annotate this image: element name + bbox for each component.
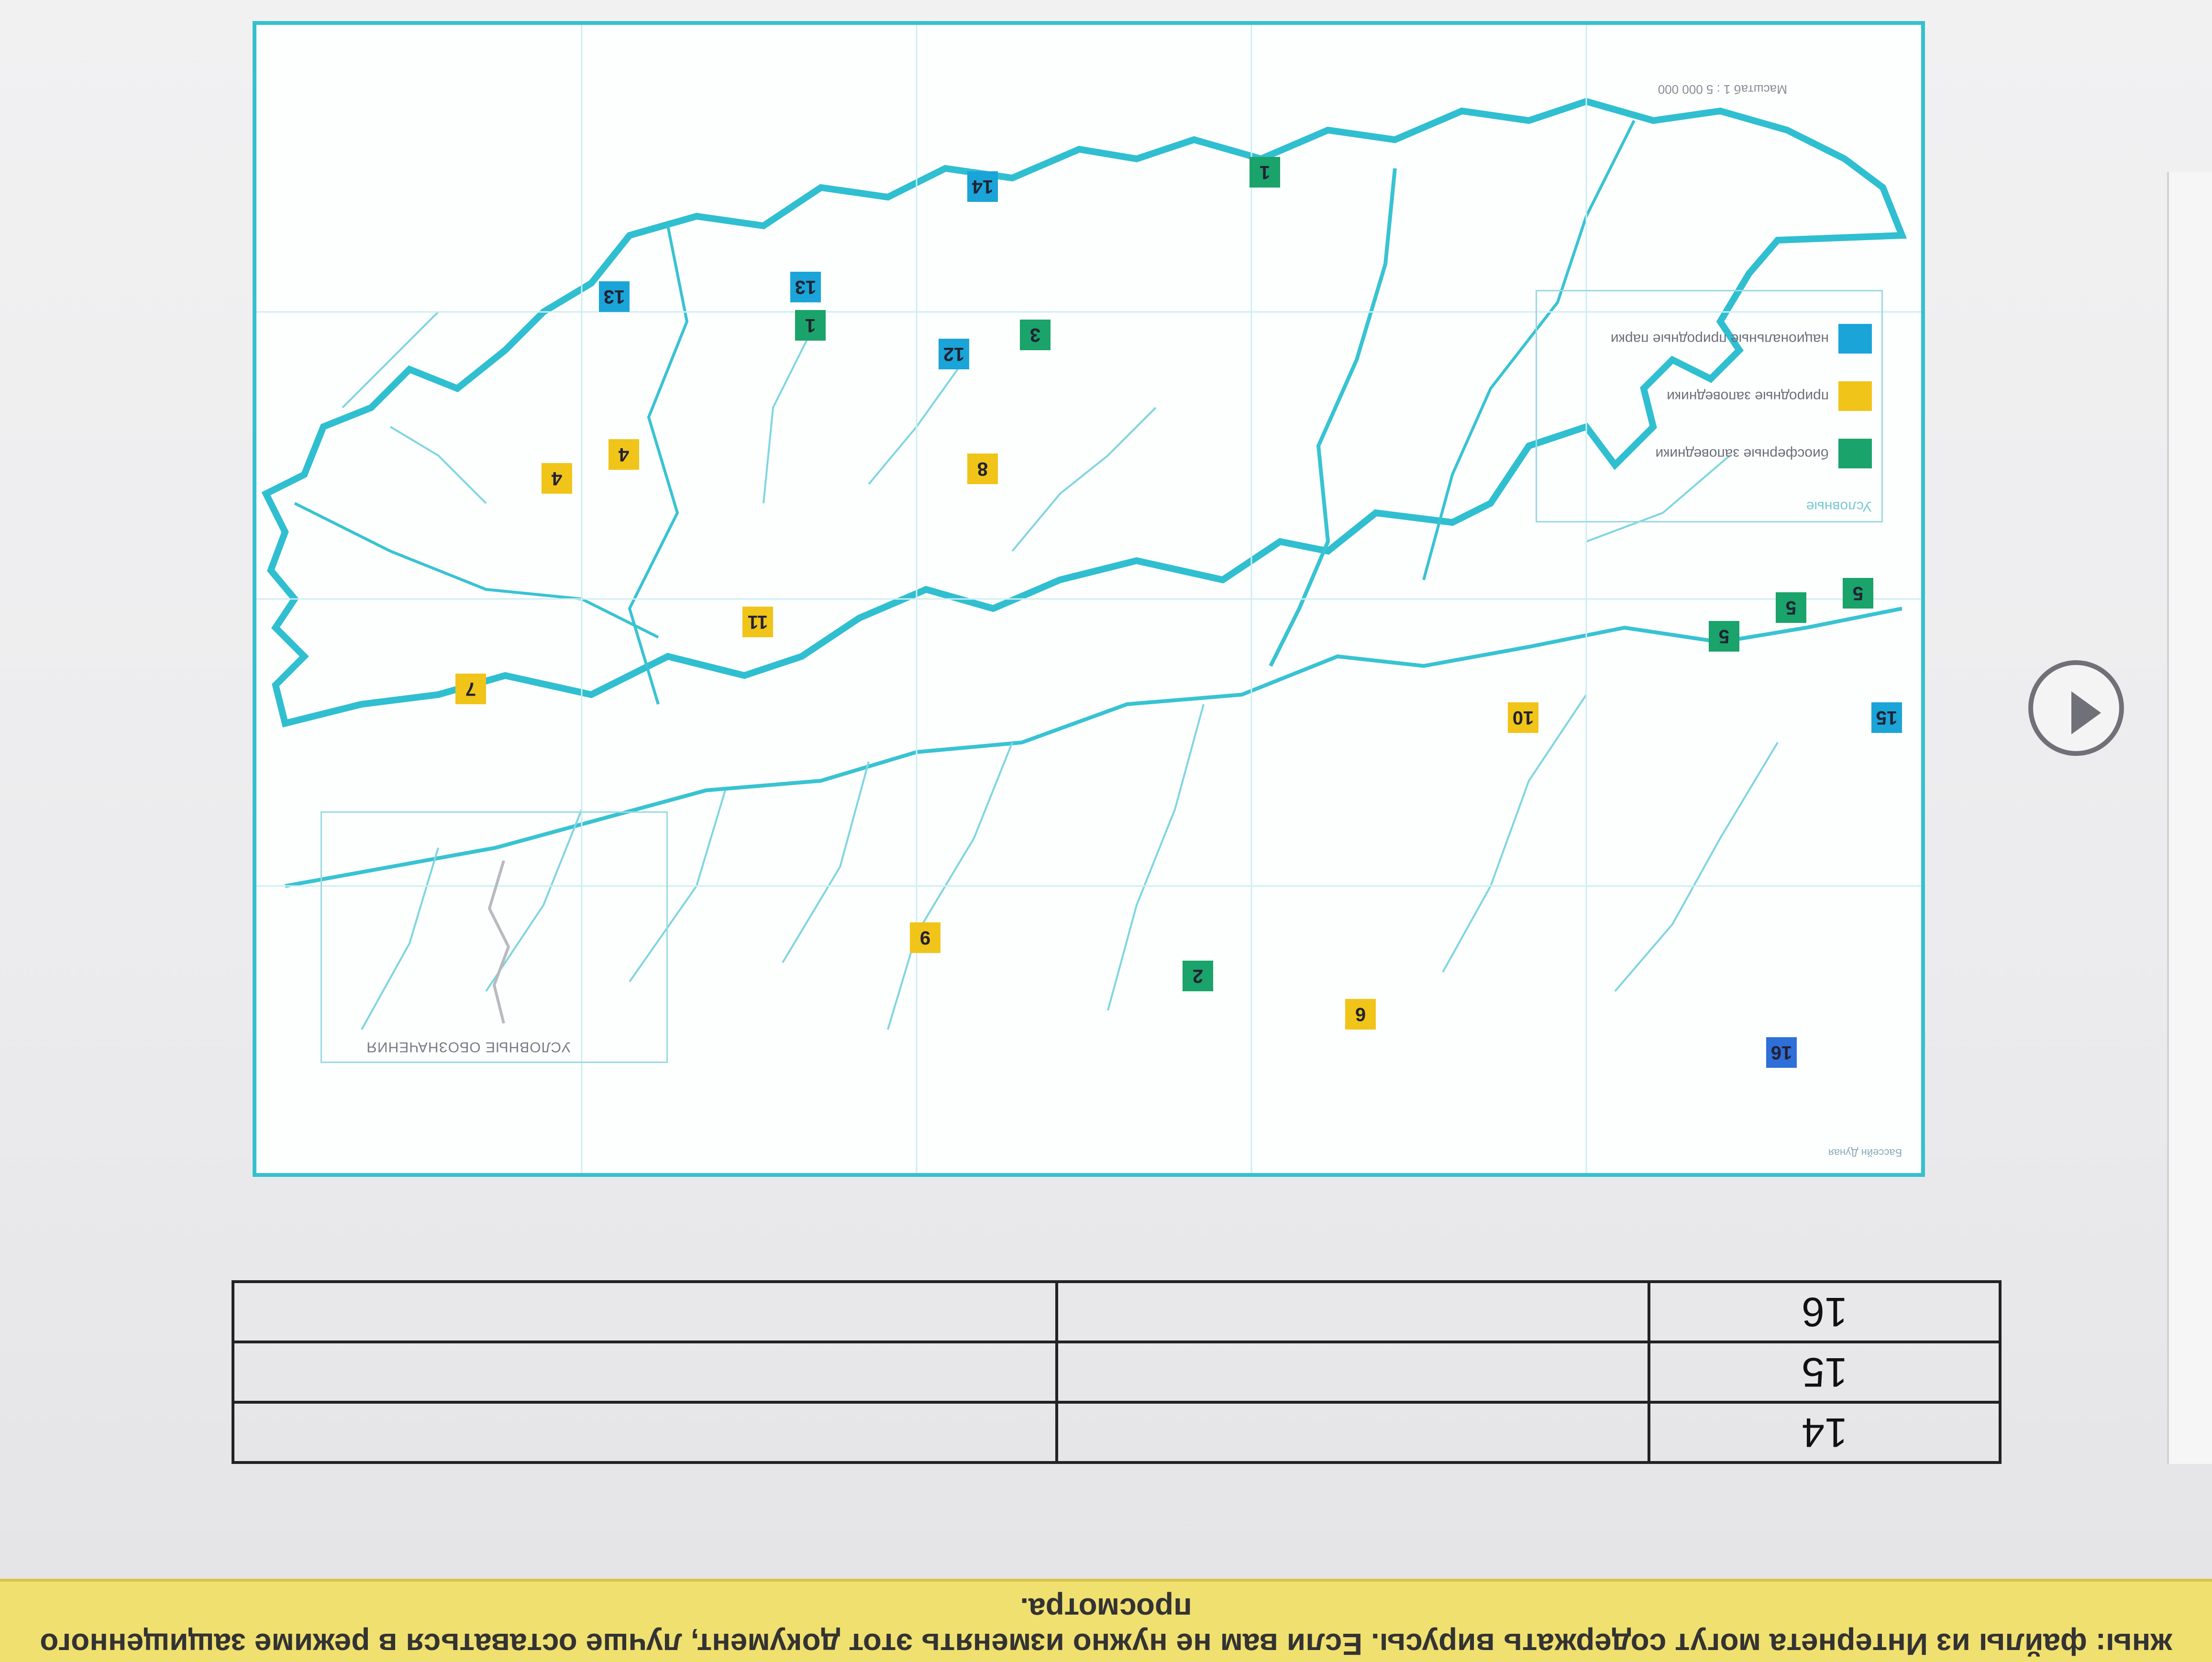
legend-title: Условные [1806,499,1872,514]
green-swatch-icon [1838,439,1872,468]
marker-3: 3 [1020,320,1051,350]
marker-13b: 13 [599,281,630,312]
map-inset: УСЛОВНЫЕ ОБОЗНАЧЕНИЯ [321,811,668,1063]
table-cell-answer[interactable] [1057,1402,1649,1463]
map-legend: Условные биосферные заповедники природны… [1536,290,1883,522]
inset-drawing [487,860,510,1024]
legend-item-biosphere: биосферные заповедники [1655,439,1872,468]
marker-15: 15 [1871,702,1902,733]
legend-label: национальные природные парки [1611,331,1829,347]
table-cell-number: 16 [1649,1282,2000,1342]
marker-2: 2 [1183,961,1213,991]
table-cell-number: 15 [1649,1342,2000,1402]
marker-4b: 4 [608,439,639,470]
legend-label: природные заповедники [1667,388,1829,404]
marker-13: 13 [790,272,821,302]
marker-14: 14 [967,171,998,202]
marker-7: 7 [455,674,486,704]
table-cell-number: 14 [1649,1402,2000,1463]
river-north [1269,168,1397,667]
right-side-panel [2167,172,2212,1464]
table-row: 15 [233,1342,2000,1402]
protected-areas-map: Условные биосферные заповедники природны… [253,21,1925,1177]
marker-11: 11 [742,607,773,637]
table-row: 14 [233,1402,2000,1463]
answer-table: 14 15 16 [232,1280,2002,1464]
table-row: 16 [233,1282,2000,1342]
play-button[interactable] [2028,660,2124,756]
yellow-swatch-icon [1838,381,1872,411]
marker-8: 8 [967,454,998,484]
blue-swatch-icon [1838,324,1872,354]
marker-10: 10 [1508,702,1538,733]
table-cell-answer[interactable] [233,1402,1057,1463]
table-cell-answer[interactable] [233,1342,1057,1402]
legend-label: биосферные заповедники [1655,446,1829,462]
protected-view-message: жны: файлы из Интернета могут содержать … [40,1592,2172,1662]
marker-6: 6 [1345,999,1376,1030]
marker-16: 16 [1766,1037,1797,1068]
marker-1b: 1 [795,310,826,341]
marker-5c: 5 [1709,621,1739,652]
marker-12: 12 [939,339,969,369]
protected-view-bar: жны: файлы из Интернета могут содержать … [0,1579,2212,1662]
table-cell-answer[interactable] [233,1282,1057,1342]
table-cell-answer[interactable] [1057,1282,1649,1342]
legend-item-nature-reserve: природные заповедники [1667,381,1872,411]
marker-4: 4 [542,463,572,494]
marker-5b: 5 [1776,592,1806,623]
map-corner-note: Бассейн Дуная [1828,1147,1902,1159]
marker-1: 1 [1250,157,1280,188]
table-cell-answer[interactable] [1057,1342,1649,1402]
flipped-document: Условные биосферные заповедники природны… [0,0,2212,1579]
legend-item-national-park: национальные природные парки [1611,324,1872,354]
river-southwest [294,502,659,639]
document-page: Условные биосферные заповедники природны… [0,0,2212,1662]
marker-5: 5 [1843,578,1873,609]
marker-9: 9 [910,922,940,953]
map-scale: Масштаб 1 : 5 000 000 [1658,82,1787,97]
